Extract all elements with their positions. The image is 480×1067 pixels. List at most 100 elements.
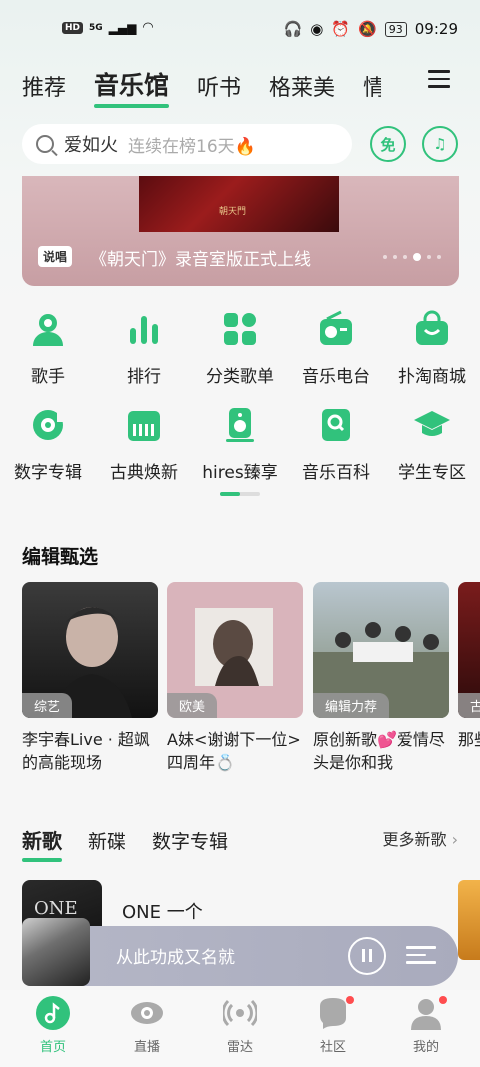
playlist-card[interactable]: 编辑力荐 原创新歌💕爱情尽头是你和我 xyxy=(313,582,449,774)
grid-label: 数字专辑 xyxy=(14,463,82,483)
tab-grammy[interactable]: 格莱美 xyxy=(269,70,335,102)
tab-music-hall[interactable]: 音乐馆 xyxy=(94,66,170,108)
playlist-title: 那些歌厅 xyxy=(458,730,480,749)
grid-item-shop[interactable]: 扑淘商城 xyxy=(384,310,480,387)
song-title[interactable]: ONE 一个 xyxy=(122,898,203,924)
community-icon xyxy=(316,996,354,1030)
music-recognition-button[interactable]: ♫ xyxy=(422,126,458,162)
nav-label: 首页 xyxy=(39,1040,66,1055)
free-mode-button[interactable]: 免 xyxy=(370,126,406,162)
playlist-title: 李宇春Live · 超飒的高能现场 xyxy=(22,730,150,772)
nav-label: 我的 xyxy=(412,1040,439,1055)
section-title-editor-picks: 编辑甄选 xyxy=(22,546,99,568)
now-playing-cover[interactable] xyxy=(22,918,90,986)
headphone-icon: 🎧 xyxy=(283,20,303,38)
mute-icon: 🔕 xyxy=(358,20,377,38)
banner-carousel[interactable]: 朝天門 说唱 《朝天门》录音室版正式上线 xyxy=(22,176,459,286)
playlist-cover: 欧美 xyxy=(167,582,303,718)
notification-dot xyxy=(346,996,354,1004)
grid-item-category[interactable]: 分类歌单 xyxy=(192,310,288,387)
grid-label: 扑淘商城 xyxy=(398,367,466,387)
playlist-title: A妹<谢谢下一位>四周年💍 xyxy=(167,730,301,772)
playlist-card[interactable]: 古 那些歌厅 xyxy=(458,582,480,751)
grid-item-digital-album[interactable]: 数字专辑 xyxy=(0,406,96,483)
grid-item-student[interactable]: 学生专区 xyxy=(384,406,480,483)
grid-label: 音乐电台 xyxy=(302,367,370,387)
playlist-icon[interactable] xyxy=(406,946,436,968)
more-new-songs-link[interactable]: 更多新歌 › xyxy=(382,826,458,850)
playlist-badge: 综艺 xyxy=(22,693,73,718)
tab-audiobook[interactable]: 听书 xyxy=(197,70,241,102)
clock: 09:29 xyxy=(414,20,458,38)
nav-community[interactable]: 社区 xyxy=(303,996,363,1055)
more-label: 更多新歌 xyxy=(382,830,447,849)
radar-icon xyxy=(221,996,259,1030)
mini-player[interactable]: 从此功成又名就 xyxy=(22,918,458,986)
nav-label: 雷达 xyxy=(226,1040,253,1055)
singer-icon xyxy=(29,310,67,348)
signal-icon: ▂▄▆ xyxy=(108,20,137,35)
editor-picks-list: 综艺 李宇春Live · 超飒的高能现场 欧美 A妹<谢谢下一位>四周年💍 编辑… xyxy=(22,582,480,782)
eye-icon: ◉ xyxy=(310,20,324,38)
nav-live[interactable]: 直播 xyxy=(117,996,177,1055)
grid-item-radio[interactable]: 音乐电台 xyxy=(288,310,384,387)
banner-title: 《朝天门》录音室版正式上线 xyxy=(90,250,311,270)
grid-item-classical[interactable]: 古典焕新 xyxy=(96,406,192,483)
carousel-dots xyxy=(383,253,441,261)
status-bar: HD 5G ▂▄▆ ◠ 🎧 ◉ ⏰ 🔕 93 09:29 xyxy=(0,0,480,60)
notification-dot xyxy=(439,996,447,1004)
search-hint: 连续在榜16天🔥 xyxy=(128,136,256,157)
search-query: 爱如火 xyxy=(64,135,118,156)
nav-label: 社区 xyxy=(319,1040,346,1055)
free-label: 免 xyxy=(380,135,396,154)
bottom-nav: 首页 直播 雷达 社区 我的 xyxy=(0,990,480,1067)
tab-emotion[interactable]: 情 xyxy=(363,70,381,102)
search-icon xyxy=(36,135,54,153)
grid-label: 学生专区 xyxy=(398,463,466,483)
banner-artwork: 朝天門 xyxy=(139,176,339,232)
playlist-cover: 古 xyxy=(458,582,480,718)
profile-icon xyxy=(409,996,447,1030)
pause-button[interactable] xyxy=(348,937,386,975)
playlist-cover: 编辑力荐 xyxy=(313,582,449,718)
category-icon xyxy=(221,310,259,348)
now-playing-title: 从此功成又名就 xyxy=(116,948,235,968)
grid-label: 音乐百科 xyxy=(302,463,370,483)
network-badge: 5G xyxy=(89,22,103,33)
playlist-card[interactable]: 综艺 李宇春Live · 超飒的高能现场 xyxy=(22,582,158,774)
hd-badge: HD xyxy=(62,21,84,34)
encyclopedia-icon xyxy=(317,406,355,444)
nav-label: 直播 xyxy=(133,1040,160,1055)
grid-label: 排行 xyxy=(127,367,161,387)
grid-item-encyclopedia[interactable]: 音乐百科 xyxy=(288,406,384,483)
song-cover-partial[interactable] xyxy=(458,880,480,960)
grid-item-chart[interactable]: 排行 xyxy=(96,310,192,387)
digital-album-icon xyxy=(29,406,67,444)
grid-label: 分类歌单 xyxy=(206,367,274,387)
shop-icon xyxy=(413,310,451,348)
tab-recommend[interactable]: 推荐 xyxy=(22,70,66,102)
playlist-badge: 欧美 xyxy=(167,693,218,718)
nav-home[interactable]: 首页 xyxy=(23,996,83,1055)
search-bar[interactable]: 爱如火 连续在榜16天🔥 xyxy=(22,124,352,164)
tab-new-songs[interactable]: 新歌 xyxy=(22,825,62,862)
music-note-icon: ♫ xyxy=(433,135,447,153)
grid-item-singer[interactable]: 歌手 xyxy=(0,310,96,387)
nav-profile[interactable]: 我的 xyxy=(396,996,456,1055)
playlist-cover: 综艺 xyxy=(22,582,158,718)
grid-label: hires臻享 xyxy=(202,463,278,483)
chart-icon xyxy=(125,310,163,348)
grid-scroll-indicator xyxy=(220,492,260,496)
home-icon xyxy=(36,996,70,1030)
playlist-card[interactable]: 欧美 A妹<谢谢下一位>四周年💍 xyxy=(167,582,303,774)
playlist-badge: 编辑力荐 xyxy=(313,693,390,718)
top-tab-bar: 推荐 音乐馆 听书 格莱美 情 xyxy=(22,62,409,108)
tab-new-albums[interactable]: 新碟 xyxy=(88,827,126,854)
playlist-title: 原创新歌💕爱情尽头是你和我 xyxy=(313,730,445,772)
nav-radar[interactable]: 雷达 xyxy=(210,996,270,1055)
live-icon xyxy=(130,996,164,1030)
menu-icon[interactable] xyxy=(428,70,450,88)
grid-item-hires[interactable]: hires臻享 xyxy=(192,406,288,483)
chevron-right-icon: › xyxy=(451,830,458,849)
tab-digital-albums[interactable]: 数字专辑 xyxy=(152,827,228,854)
